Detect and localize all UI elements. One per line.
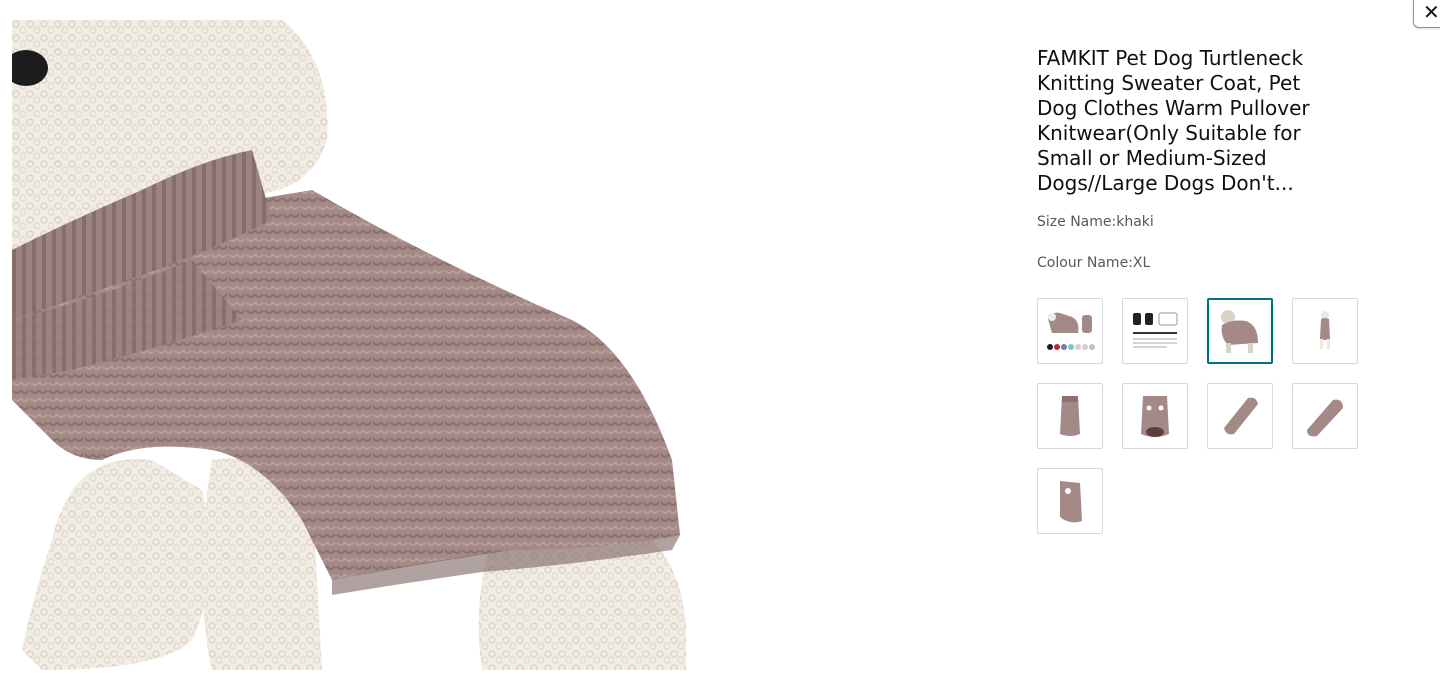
close-icon: ✕ xyxy=(1423,0,1440,24)
thumbnail-sweater-folded[interactable] xyxy=(1207,383,1273,449)
thumbnail-grid xyxy=(1037,298,1367,534)
colour-name-label: Colour Name:XL xyxy=(1037,255,1151,271)
thumbnail-sweater-front[interactable] xyxy=(1122,383,1188,449)
main-product-image[interactable] xyxy=(12,20,686,670)
product-title: FAMKIT Pet Dog Turtleneck Knitting Sweat… xyxy=(1037,46,1310,195)
thumbnail-dog-side-view[interactable] xyxy=(1207,298,1273,364)
close-button[interactable]: ✕ xyxy=(1413,0,1440,28)
thumbnail-sweater-side-panel[interactable] xyxy=(1037,468,1103,534)
thumbnail-size-chart[interactable] xyxy=(1122,298,1188,364)
product-info-panel: FAMKIT Pet Dog Turtleneck Knitting Sweat… xyxy=(1037,46,1357,272)
image-viewer-dialog: ✕ FAMKIT Pet Dog Turtleneck Knitting Swe… xyxy=(0,0,1440,682)
thumbnail-small-dog-standing[interactable] xyxy=(1292,298,1358,364)
thumbnail-sweater-folded-2[interactable] xyxy=(1292,383,1358,449)
thumbnail-sweater-back[interactable] xyxy=(1037,383,1103,449)
thumbnail-dog-with-color-swatches[interactable] xyxy=(1037,298,1103,364)
size-name-label: Size Name:khaki xyxy=(1037,214,1154,230)
